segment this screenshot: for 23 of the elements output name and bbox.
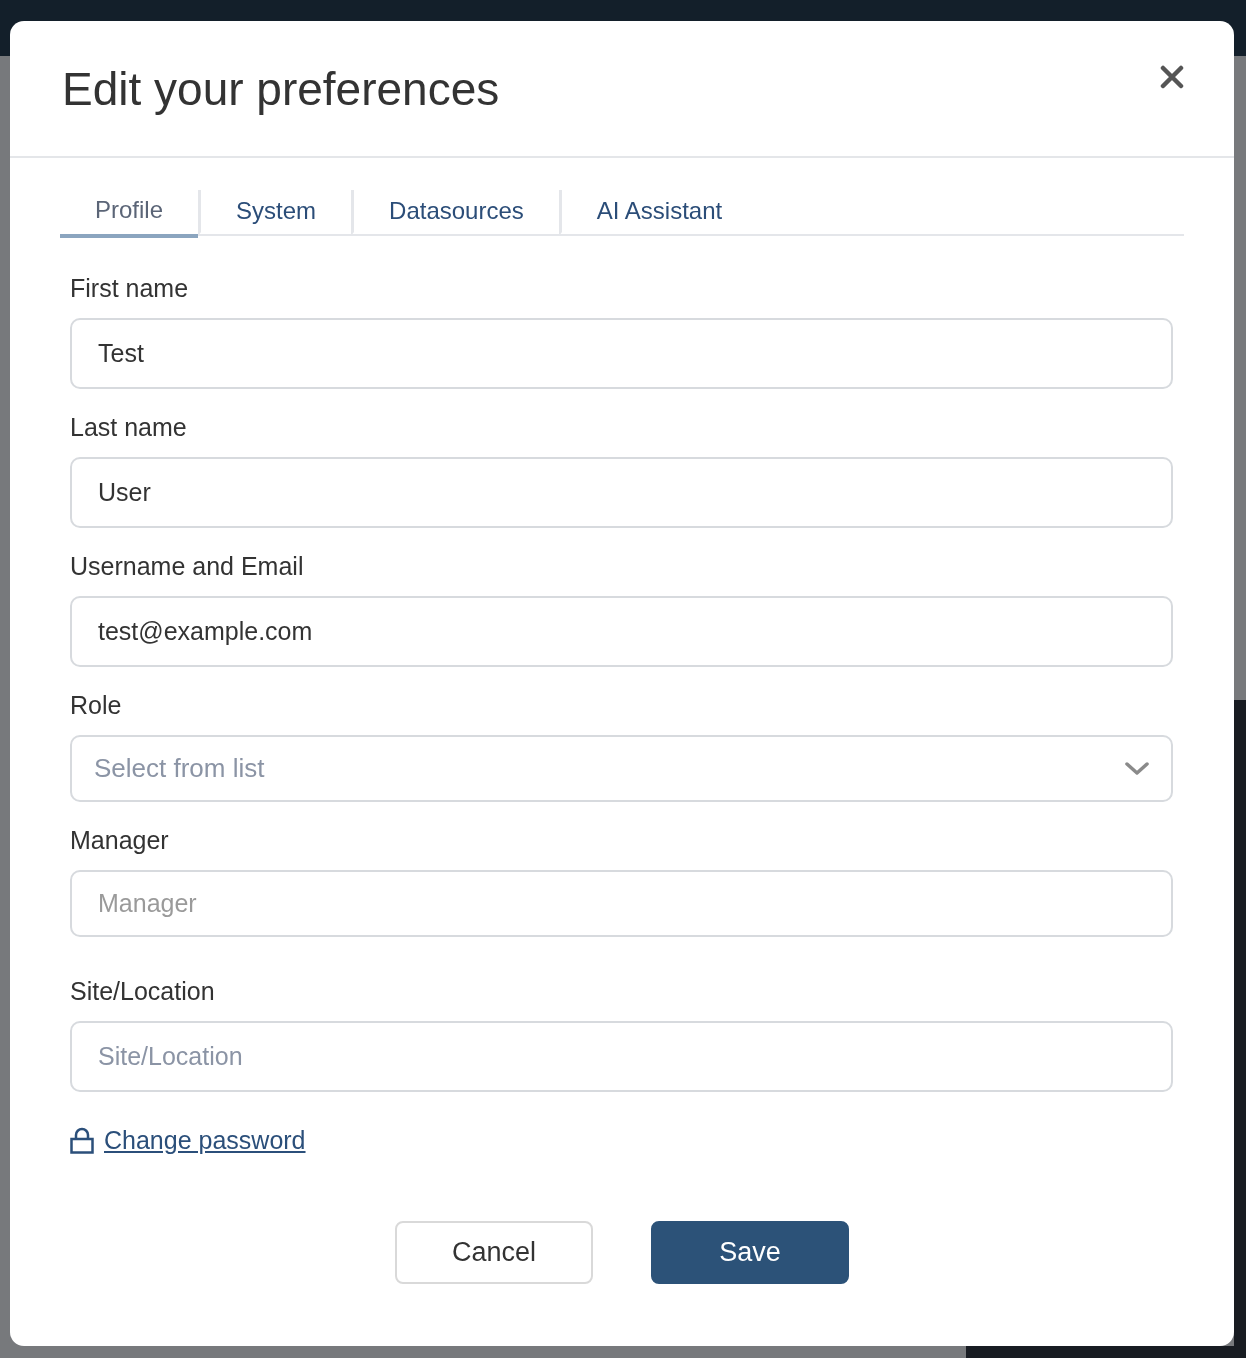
lock-icon bbox=[70, 1126, 94, 1154]
text-field[interactable]: User bbox=[70, 457, 1173, 528]
field-label: Site/Location bbox=[70, 976, 215, 1006]
cancel-button[interactable]: Cancel bbox=[395, 1221, 593, 1284]
text-field[interactable]: Test bbox=[70, 318, 1173, 389]
chevron-down-icon bbox=[1125, 761, 1149, 776]
dialog-title: Edit your preferences bbox=[62, 61, 501, 117]
field-label: Manager bbox=[70, 825, 169, 855]
change-password-link[interactable]: Change password bbox=[104, 1125, 306, 1155]
field-label: Username and Email bbox=[70, 551, 304, 581]
close-button[interactable] bbox=[1160, 65, 1184, 89]
text-field[interactable]: Manager bbox=[70, 870, 1173, 937]
tab[interactable]: AI Assistant bbox=[558, 190, 758, 236]
field-label: Last name bbox=[70, 412, 187, 442]
field-label: Role bbox=[70, 690, 122, 720]
tab[interactable]: System bbox=[198, 190, 352, 236]
field-label: First name bbox=[70, 273, 189, 303]
save-button[interactable]: Save bbox=[651, 1221, 849, 1284]
tab[interactable]: Profile bbox=[60, 190, 199, 238]
tab[interactable]: Datasources bbox=[351, 190, 559, 236]
text-field[interactable]: Site/Location bbox=[70, 1021, 1173, 1092]
close-icon bbox=[1160, 65, 1184, 89]
text-field[interactable]: test@example.com bbox=[70, 596, 1173, 667]
